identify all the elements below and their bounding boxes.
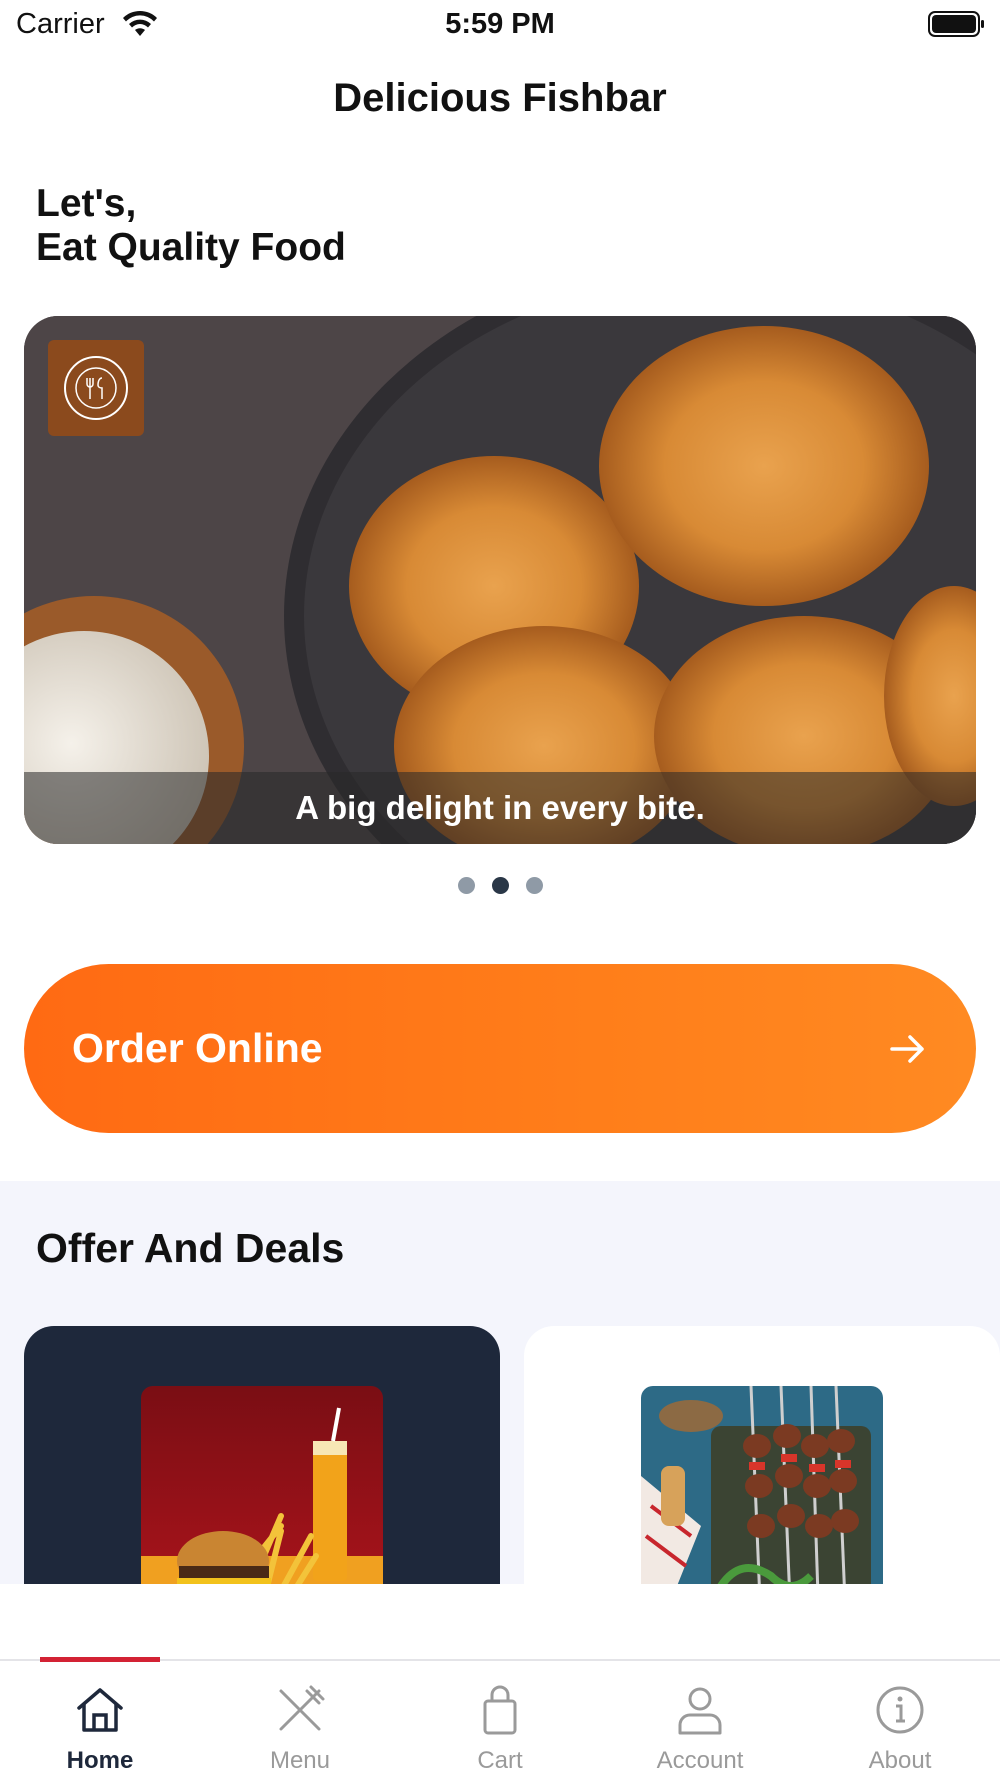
greeting-line-1: Let's, bbox=[36, 182, 137, 225]
fried-chicken-image bbox=[24, 316, 976, 844]
kebab-skewers-image bbox=[641, 1386, 883, 1584]
bottom-tab-bar: Home Menu Cart Account About bbox=[0, 1657, 1000, 1778]
restaurant-logo bbox=[48, 340, 144, 436]
utensils-icon bbox=[279, 1685, 325, 1731]
tab-about-label: About bbox=[868, 1747, 932, 1774]
deal-card-burger[interactable] bbox=[24, 1326, 500, 1584]
greeting-heading: Let's, Eat Quality Food bbox=[36, 182, 346, 270]
offers-title: Offer And Deals bbox=[36, 1225, 345, 1271]
order-online-label: Order Online bbox=[72, 1025, 323, 1071]
tab-menu-label: Menu bbox=[269, 1747, 331, 1774]
carousel-dot-2[interactable] bbox=[491, 877, 509, 894]
carousel-page-indicator[interactable] bbox=[0, 877, 1000, 894]
tab-account[interactable]: Account bbox=[600, 1661, 800, 1778]
tab-cart-label: Cart bbox=[477, 1747, 523, 1774]
status-bar: Carrier 5:59 PM bbox=[0, 0, 1000, 52]
tab-menu[interactable]: Menu bbox=[200, 1661, 400, 1778]
home-icon bbox=[77, 1688, 123, 1732]
deal-card-kebab[interactable] bbox=[524, 1326, 1000, 1584]
shopping-bag-icon bbox=[483, 1685, 517, 1735]
tab-home[interactable]: Home bbox=[0, 1661, 200, 1778]
logo-emblem-icon bbox=[64, 356, 128, 420]
battery-icon bbox=[928, 11, 984, 37]
tab-home-label: Home bbox=[66, 1747, 134, 1774]
carousel-dot-3[interactable] bbox=[525, 877, 543, 894]
arrow-right-icon bbox=[890, 1034, 924, 1063]
tab-cart[interactable]: Cart bbox=[400, 1661, 600, 1778]
info-icon bbox=[876, 1686, 924, 1734]
page-title: Delicious Fishbar bbox=[333, 76, 667, 120]
greeting-line-2: Eat Quality Food bbox=[36, 226, 346, 269]
carousel-dot-1[interactable] bbox=[457, 877, 475, 894]
tab-account-label: Account bbox=[656, 1747, 744, 1774]
promo-carousel[interactable]: A big delight in every bite. bbox=[24, 316, 976, 844]
order-online-button[interactable]: Order Online bbox=[24, 964, 976, 1133]
user-icon bbox=[678, 1687, 722, 1735]
burger-combo-image bbox=[141, 1386, 383, 1584]
status-time: 5:59 PM bbox=[445, 8, 555, 40]
carousel-caption-bar: A big delight in every bite. bbox=[24, 772, 976, 844]
carousel-caption: A big delight in every bite. bbox=[295, 789, 705, 826]
tab-about[interactable]: About bbox=[800, 1661, 1000, 1778]
offers-section: Offer And Deals bbox=[0, 1181, 1000, 1584]
